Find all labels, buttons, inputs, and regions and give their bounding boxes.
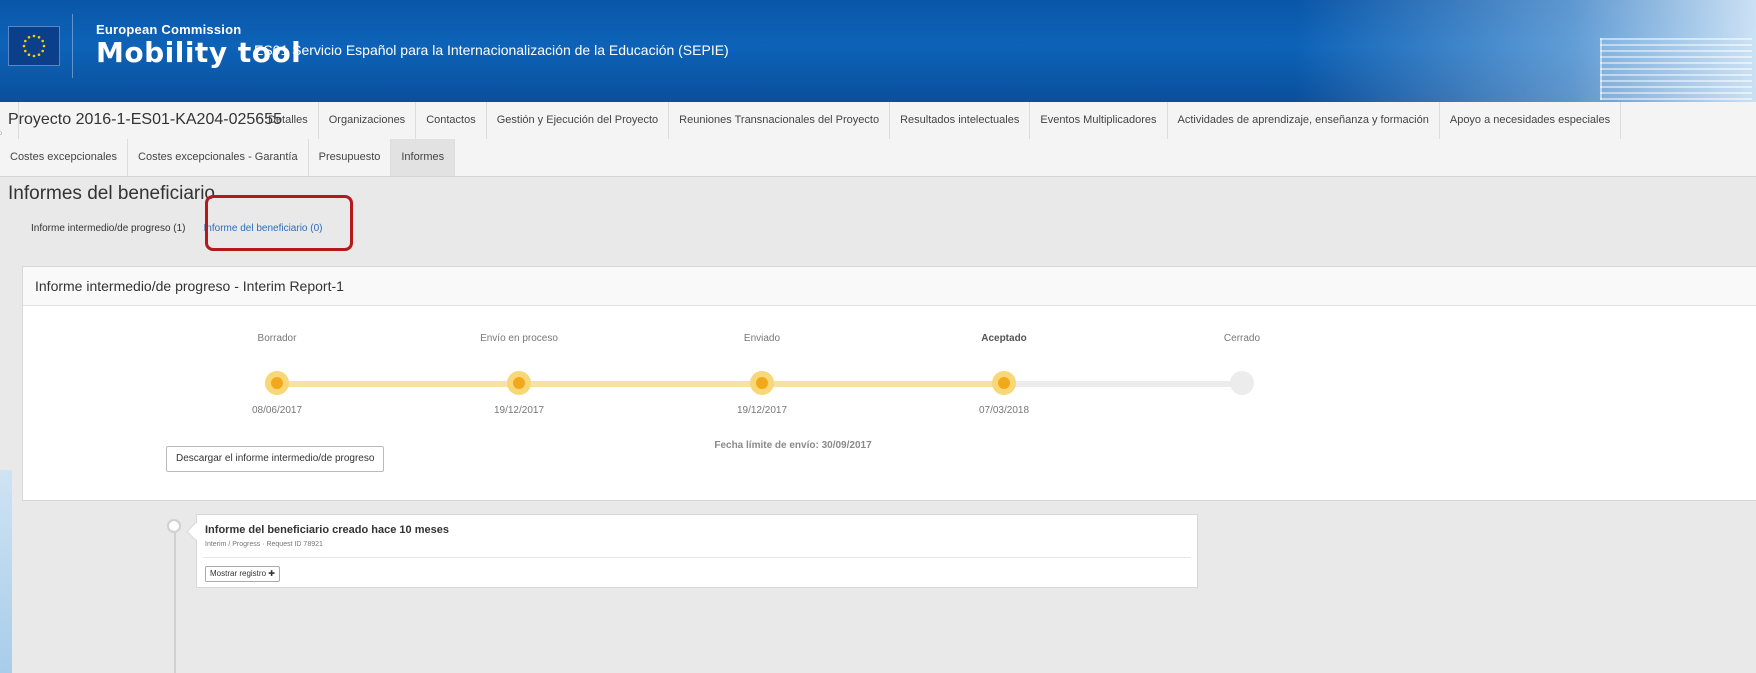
step-date: 19/12/2017 [493, 405, 545, 416]
subtab-interim-report[interactable]: Informe intermedio/de progreso (1) [22, 214, 195, 244]
page-title: Informes del beneficiario [8, 183, 215, 204]
step-date: 19/12/2017 [736, 405, 788, 416]
step-status-icon [750, 371, 774, 395]
tab-apoyo[interactable]: Apoyo a necesidades especiales [1440, 102, 1622, 139]
activity-line [174, 528, 176, 673]
show-log-label: Mostrar registro [210, 569, 267, 578]
step-status-icon [507, 371, 531, 395]
tab-organizaciones[interactable]: Organizaciones [319, 102, 417, 139]
tab-resultados[interactable]: Resultados intelectuales [890, 102, 1031, 139]
tab-costes-excepcionales[interactable]: Costes excepcionales [0, 139, 129, 176]
step-label: Cerrado [1223, 333, 1261, 344]
tab-detalles[interactable]: Detalles [258, 102, 319, 139]
step-label: Aceptado [981, 333, 1027, 344]
plus-icon: ✚ [268, 569, 275, 578]
project-id-label: Proyecto 2016-1-ES01-KA204-025655 [8, 111, 282, 128]
tab-row-2: Costes excepcionales Costes excepcionale… [0, 139, 456, 176]
timeline-track-segment [519, 381, 762, 387]
activity-subtitle: Interim / Progress · Request ID 78921 [205, 541, 323, 548]
tab-eventos[interactable]: Eventos Multiplicadores [1030, 102, 1168, 139]
panel-title: Informe intermedio/de progreso - Interim… [23, 267, 1756, 306]
status-timeline: Fecha límite de envío: 30/09/2017 Borrad… [23, 305, 1756, 455]
timeline-track-segment [1004, 381, 1242, 387]
tab-reuniones[interactable]: Reuniones Transnacionales del Proyecto [669, 102, 891, 139]
timeline-track-segment [277, 381, 519, 387]
step-status-icon [992, 371, 1016, 395]
card-divider [203, 557, 1191, 558]
organization-name: ES01 Servicio Español para la Internacio… [254, 42, 729, 58]
activity-title: Informe del beneficiario creado hace 10 … [205, 524, 449, 536]
step-label: Envío en proceso [480, 333, 558, 344]
step-date: 08/06/2017 [251, 405, 303, 416]
step-date: 07/03/2018 [978, 405, 1030, 416]
tab-gestion[interactable]: Gestión y Ejecución del Proyecto [487, 102, 670, 139]
show-log-button[interactable]: Mostrar registro ✚ [205, 566, 280, 582]
highlight-box [205, 195, 353, 251]
step-label: Borrador [257, 333, 297, 344]
project-id[interactable]: Proyecto 2016-1-ES01-KA204-025655 seguim… [0, 102, 282, 139]
header-separator [72, 14, 73, 78]
step-status-icon [265, 371, 289, 395]
activity-card: Informe del beneficiario creado hace 10 … [196, 514, 1198, 588]
app-header: European Commission Mobility tool ES01 S… [0, 0, 1756, 102]
ec-label: European Commission [96, 22, 242, 37]
eu-flag-icon [8, 26, 60, 66]
building-image [1600, 38, 1752, 100]
activity-dot [167, 519, 181, 533]
tab-informes[interactable]: Informes [391, 139, 456, 176]
tab-presupuesto[interactable]: Presupuesto [309, 139, 392, 176]
project-nav: Proyecto 2016-1-ES01-KA204-025655 seguim… [0, 102, 1756, 177]
left-decoration [0, 470, 12, 673]
step-label: Enviado [743, 333, 781, 344]
download-report-button[interactable]: Descargar el informe intermedio/de progr… [166, 446, 385, 472]
project-sub-label: seguimiento [0, 131, 2, 137]
step-status-icon [1230, 371, 1254, 395]
tab-contactos[interactable]: Contactos [416, 102, 487, 139]
tab-actividades[interactable]: Actividades de aprendizaje, enseñanza y … [1168, 102, 1440, 139]
timeline-track-segment [762, 381, 1004, 387]
tab-row-1: Detalles Organizaciones Contactos Gestió… [258, 102, 1622, 139]
tab-costes-garantia[interactable]: Costes excepcionales - Garantía [128, 139, 309, 176]
